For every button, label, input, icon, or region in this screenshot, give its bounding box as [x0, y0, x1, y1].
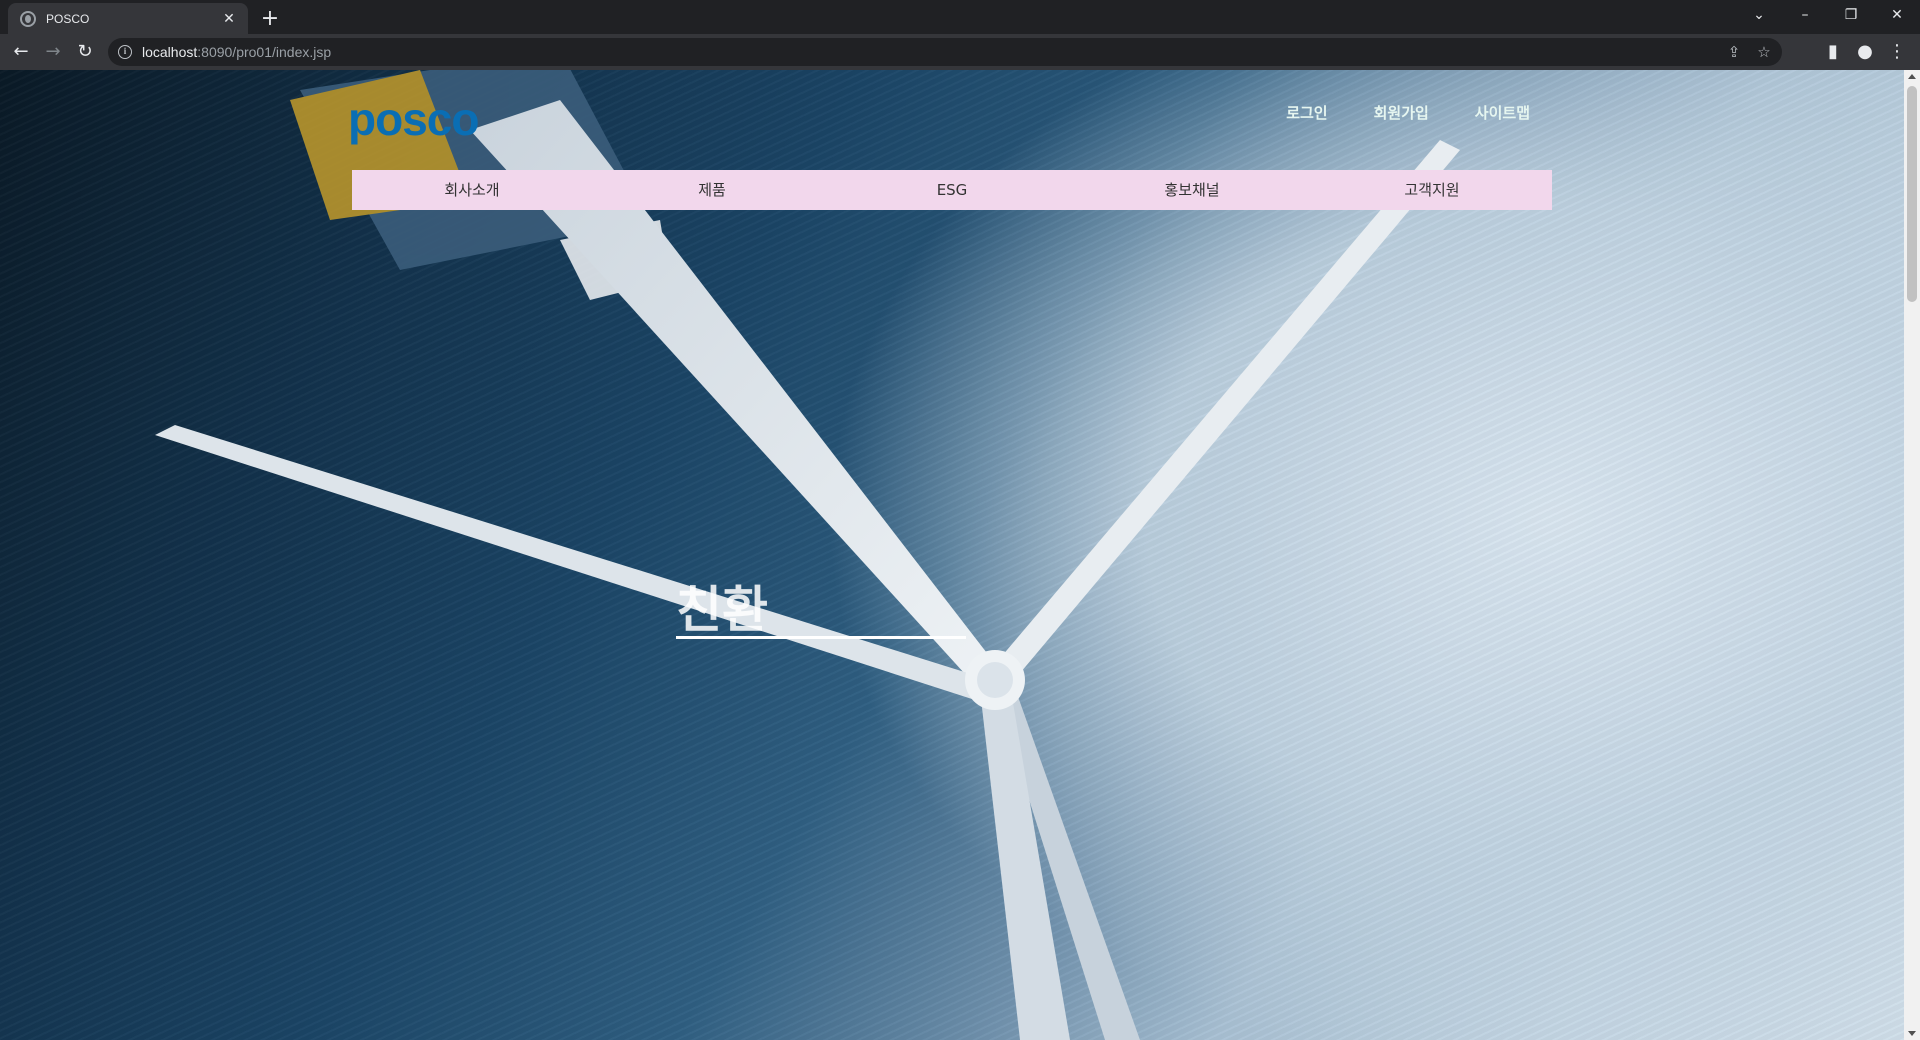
side-panel-icon[interactable]: ▮	[1820, 39, 1846, 65]
nav-item-esg[interactable]: ESG	[832, 170, 1072, 210]
wind-turbine-image	[155, 70, 1460, 1040]
utility-links: 로그인 회원가입 사이트맵	[1286, 102, 1530, 123]
main-nav: 회사소개 제품 ESG 홍보채널 고객지원	[352, 170, 1552, 210]
menu-kebab-icon[interactable]: ⋮	[1884, 39, 1910, 65]
profile-icon[interactable]: ●	[1852, 39, 1878, 65]
nav-item-pr[interactable]: 홍보채널	[1072, 170, 1312, 210]
hero-headline: 친환	[676, 581, 768, 639]
nav-item-company[interactable]: 회사소개	[352, 170, 592, 210]
bookmark-star-icon[interactable]: ☆	[1756, 44, 1772, 60]
close-tab-icon[interactable]: ✕	[220, 11, 238, 27]
signup-link[interactable]: 회원가입	[1374, 102, 1429, 123]
forward-arrow-icon[interactable]: →	[40, 39, 66, 65]
browser-toolbar: ← → ↻ i localhost:8090/pro01/index.jsp ⇪…	[0, 34, 1920, 70]
new-tab-button[interactable]: +	[256, 5, 284, 33]
posco-logo[interactable]: posco	[348, 92, 479, 146]
share-icon[interactable]: ⇪	[1726, 44, 1742, 60]
url-text[interactable]: localhost:8090/pro01/index.jsp	[142, 44, 331, 60]
back-arrow-icon[interactable]: ←	[8, 39, 34, 65]
tab-search-button[interactable]: ⌄	[1736, 0, 1782, 30]
close-window-button[interactable]: ✕	[1874, 0, 1920, 30]
sitemap-link[interactable]: 사이트맵	[1475, 102, 1530, 123]
restore-button[interactable]: ❐	[1828, 0, 1874, 30]
scroll-thumb[interactable]	[1907, 86, 1917, 302]
tab-title: POSCO	[46, 11, 90, 26]
page-scrollbar[interactable]	[1904, 70, 1920, 1040]
globe-icon	[20, 10, 36, 27]
browser-tab[interactable]: POSCO ✕	[8, 3, 248, 34]
address-bar[interactable]: i localhost:8090/pro01/index.jsp ⇪ ☆	[108, 38, 1782, 66]
page-viewport: posco 로그인 회원가입 사이트맵 회사소개 제품 ESG 홍보채널 고객지…	[0, 70, 1904, 1040]
tab-strip: POSCO ✕ + ⌄ – ❐ ✕	[0, 0, 1920, 34]
nav-item-support[interactable]: 고객지원	[1312, 170, 1552, 210]
scroll-down-icon[interactable]	[1908, 1031, 1916, 1036]
hero-underline	[676, 636, 966, 639]
minimize-button[interactable]: –	[1782, 0, 1828, 30]
nav-item-products[interactable]: 제품	[592, 170, 832, 210]
reload-icon[interactable]: ↻	[72, 39, 98, 65]
scroll-up-icon[interactable]	[1908, 74, 1916, 79]
login-link[interactable]: 로그인	[1286, 102, 1327, 123]
site-info-icon[interactable]: i	[118, 45, 132, 59]
